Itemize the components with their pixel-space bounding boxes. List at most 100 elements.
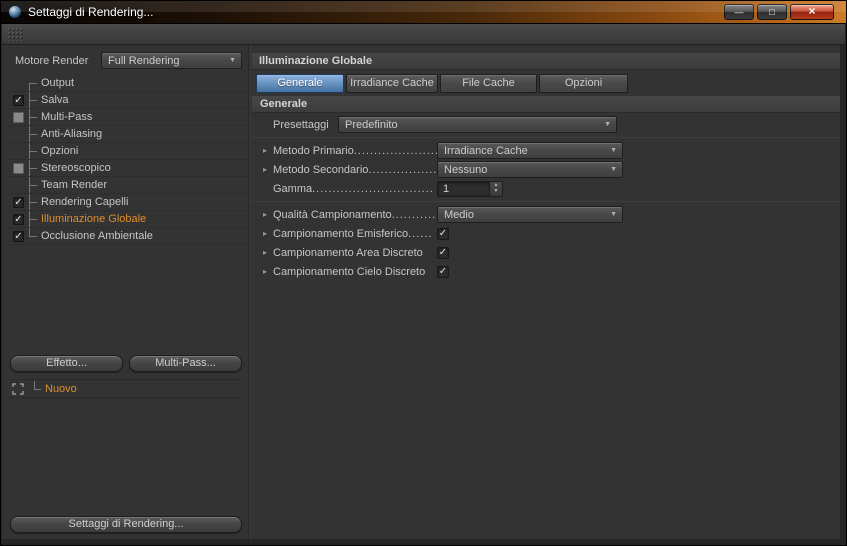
sidebar-item-output[interactable]: Output bbox=[8, 75, 249, 92]
tab-bar: Generale Irradiance Cache File Cache Opz… bbox=[251, 74, 840, 93]
param-label: Campionamento Area Discreto bbox=[273, 246, 423, 259]
dropdown-value: Medio bbox=[444, 208, 474, 221]
param-label: Metodo Secondario bbox=[273, 163, 369, 176]
gamma-stepper[interactable]: ▲ ▼ bbox=[489, 181, 502, 196]
dot-leader: .............................. bbox=[368, 163, 437, 176]
tree-elbow bbox=[34, 381, 41, 390]
checkbox[interactable]: ✓ bbox=[13, 230, 24, 242]
divider bbox=[251, 201, 840, 202]
spinner-down-icon[interactable]: ▼ bbox=[494, 189, 499, 194]
param-row-gamma: Gamma .............................. 1 ▲… bbox=[251, 179, 840, 198]
disclosure-triangle-icon[interactable]: ▸ bbox=[263, 248, 273, 257]
content-area: Motore Render Full Rendering ▼ Output ✓ … bbox=[2, 45, 840, 539]
sidebar-item-anti-aliasing[interactable]: Anti-Aliasing bbox=[8, 126, 249, 143]
selection-corners-icon bbox=[12, 382, 24, 395]
param-row-campionamento-cielo: ▸ Campionamento Cielo Discreto ✓ bbox=[251, 262, 840, 281]
my-render-setting-row[interactable]: Nuovo bbox=[8, 379, 243, 398]
tab-generale[interactable]: Generale bbox=[256, 74, 344, 93]
checkbox[interactable] bbox=[13, 111, 24, 123]
disclosure-triangle-icon[interactable]: ▸ bbox=[263, 146, 273, 155]
dot-leader: .............................. bbox=[391, 208, 437, 221]
metodo-secondario-dropdown[interactable]: Nessuno ▼ bbox=[437, 161, 623, 178]
dropdown-value: Nessuno bbox=[444, 163, 488, 176]
dropdown-value: Predefinito bbox=[345, 118, 398, 131]
maximize-button[interactable]: □ bbox=[757, 4, 787, 20]
sidebar-item-label: Output bbox=[41, 77, 75, 89]
dot-leader bbox=[423, 247, 437, 259]
param-row-campionamento-emisferico: ▸ Campionamento Emisferico ...... ✓ bbox=[251, 224, 840, 243]
metodo-primario-dropdown[interactable]: Irradiance Cache ▼ bbox=[437, 142, 623, 159]
dot-leader bbox=[425, 266, 437, 278]
param-row-qualita-campionamento: ▸ Qualità Campionamento ................… bbox=[251, 205, 840, 224]
toolbar-grip-handle[interactable] bbox=[7, 27, 24, 41]
presettaggi-dropdown[interactable]: Predefinito ▼ bbox=[338, 116, 617, 133]
param-row-presettaggi: Presettaggi Predefinito ▼ bbox=[251, 115, 840, 134]
chevron-down-icon: ▼ bbox=[229, 57, 236, 64]
param-label: Gamma bbox=[273, 182, 313, 195]
engine-dropdown[interactable]: Full Rendering ▼ bbox=[101, 52, 242, 69]
tab-opzioni[interactable]: Opzioni bbox=[539, 74, 628, 93]
dot-leader: .............................. bbox=[353, 144, 437, 157]
tab-file-cache[interactable]: File Cache bbox=[440, 74, 537, 93]
sidebar-item-label: Team Render bbox=[41, 179, 108, 191]
campionamento-emisferico-checkbox[interactable]: ✓ bbox=[437, 227, 449, 240]
sidebar-item-illuminazione-globale[interactable]: ✓ Illuminazione Globale bbox=[8, 211, 249, 228]
dropdown-value: Irradiance Cache bbox=[444, 144, 528, 157]
disclosure-triangle-icon[interactable]: ▸ bbox=[263, 210, 273, 219]
sidebar: Motore Render Full Rendering ▼ Output ✓ … bbox=[8, 45, 249, 539]
app-icon bbox=[8, 5, 22, 19]
sidebar-item-salva[interactable]: ✓ Salva bbox=[8, 92, 249, 109]
section-title: Generale bbox=[252, 96, 840, 113]
sidebar-item-opzioni[interactable]: Opzioni bbox=[8, 143, 249, 160]
dot-leader: .............................. bbox=[312, 182, 434, 195]
settings-tree: Output ✓ Salva Multi-Pass Anti-Aliasing bbox=[8, 75, 249, 245]
checkbox[interactable]: ✓ bbox=[13, 213, 24, 225]
param-row-metodo-secondario: ▸ Metodo Secondario ....................… bbox=[251, 160, 840, 179]
engine-value: Full Rendering bbox=[108, 54, 180, 67]
sidebar-item-label: Multi-Pass bbox=[41, 111, 93, 123]
param-label: Campionamento Emisferico bbox=[273, 227, 409, 240]
toolbar bbox=[2, 24, 845, 45]
tab-irradiance-cache[interactable]: Irradiance Cache bbox=[346, 74, 438, 93]
sidebar-item-multi-pass[interactable]: Multi-Pass bbox=[8, 109, 249, 126]
main-panel: Illuminazione Globale Generale Irradianc… bbox=[251, 45, 840, 539]
campionamento-area-checkbox[interactable]: ✓ bbox=[437, 246, 449, 259]
render-settings-window: Settaggi di Rendering... — □ × Motore Re… bbox=[0, 0, 847, 546]
sidebar-item-label: Salva bbox=[41, 94, 69, 106]
disclosure-triangle-icon[interactable]: ▸ bbox=[263, 165, 273, 174]
qualita-campionamento-dropdown[interactable]: Medio ▼ bbox=[437, 206, 623, 223]
sidebar-item-rendering-capelli[interactable]: ✓ Rendering Capelli bbox=[8, 194, 249, 211]
sidebar-item-team-render[interactable]: Team Render bbox=[8, 177, 249, 194]
sidebar-item-stereoscopico[interactable]: Stereoscopico bbox=[8, 160, 249, 177]
param-label: Campionamento Cielo Discreto bbox=[273, 265, 426, 278]
gamma-value: 1 bbox=[443, 182, 450, 195]
campionamento-cielo-checkbox[interactable]: ✓ bbox=[437, 265, 449, 278]
window-title: Settaggi di Rendering... bbox=[28, 5, 154, 19]
chevron-down-icon: ▼ bbox=[610, 166, 617, 173]
disclosure-triangle-icon[interactable]: ▸ bbox=[263, 229, 273, 238]
chevron-down-icon: ▼ bbox=[610, 211, 617, 218]
caption-buttons: — □ × bbox=[724, 4, 834, 20]
checkbox[interactable] bbox=[13, 162, 24, 174]
render-settings-button[interactable]: Settaggi di Rendering... bbox=[10, 516, 242, 533]
sidebar-item-label: Illuminazione Globale bbox=[41, 213, 147, 225]
titlebar[interactable]: Settaggi di Rendering... — □ × bbox=[1, 1, 846, 24]
sidebar-item-label: Occlusione Ambientale bbox=[41, 230, 153, 242]
render-engine-row: Motore Render Full Rendering ▼ bbox=[8, 52, 249, 69]
param-label: Metodo Primario bbox=[273, 144, 354, 157]
sidebar-item-label: Anti-Aliasing bbox=[41, 128, 103, 140]
param-label: Qualità Campionamento bbox=[273, 208, 392, 221]
minimize-button[interactable]: — bbox=[724, 4, 754, 20]
dot-leader: ...... bbox=[408, 227, 433, 240]
sidebar-item-label: Rendering Capelli bbox=[41, 196, 129, 208]
param-row-campionamento-area: ▸ Campionamento Area Discreto ✓ bbox=[251, 243, 840, 262]
disclosure-triangle-icon[interactable]: ▸ bbox=[263, 267, 273, 276]
checkbox[interactable]: ✓ bbox=[13, 196, 24, 208]
sidebar-item-occlusione-ambientale[interactable]: ✓ Occlusione Ambientale bbox=[8, 228, 249, 245]
effect-button[interactable]: Effetto... bbox=[10, 355, 123, 372]
gamma-input[interactable]: 1 ▲ ▼ bbox=[437, 180, 503, 197]
close-button[interactable]: × bbox=[790, 4, 834, 20]
multi-pass-button[interactable]: Multi-Pass... bbox=[129, 355, 242, 372]
checkbox[interactable]: ✓ bbox=[13, 94, 24, 106]
chevron-down-icon: ▼ bbox=[604, 121, 611, 128]
